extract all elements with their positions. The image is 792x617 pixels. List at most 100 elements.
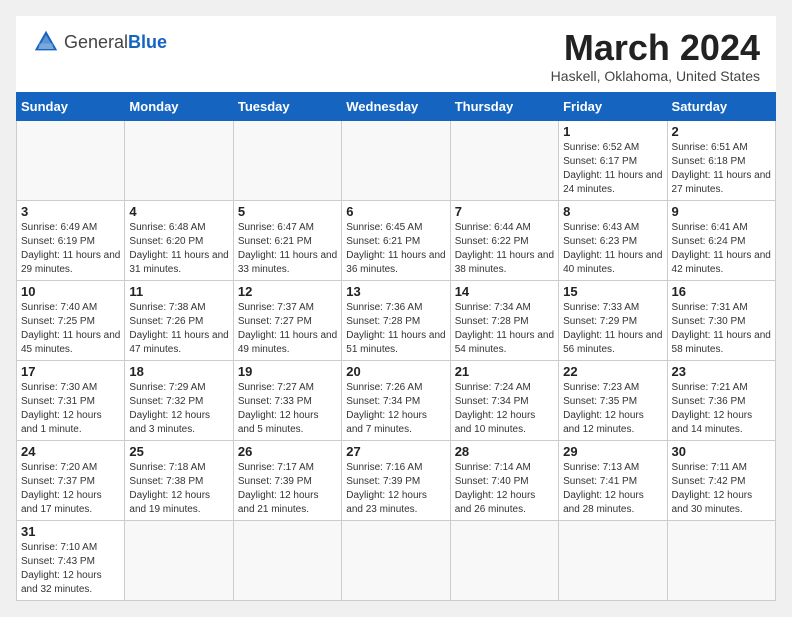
- day-number: 28: [455, 444, 554, 459]
- calendar-cell: 17 Sunrise: 7:30 AM Sunset: 7:31 PM Dayli…: [17, 360, 125, 440]
- day-info: Sunrise: 7:21 AM Sunset: 7:36 PM Dayligh…: [672, 381, 771, 437]
- day-number: 22: [563, 364, 662, 379]
- calendar-cell: [125, 520, 233, 600]
- calendar-cell: [125, 120, 233, 200]
- calendar-cell: 12 Sunrise: 7:37 AM Sunset: 7:27 PM Dayli…: [233, 280, 341, 360]
- day-info: Sunrise: 6:47 AM Sunset: 6:21 PM Dayligh…: [238, 221, 337, 277]
- weekday-header: Sunday: [17, 92, 125, 120]
- day-number: 15: [563, 284, 662, 299]
- day-info: Sunrise: 7:31 AM Sunset: 7:30 PM Dayligh…: [672, 301, 771, 357]
- day-number: 20: [346, 364, 445, 379]
- weekday-header: Thursday: [450, 92, 558, 120]
- calendar-cell: 30Sunrise: 7:11 AM Sunset: 7:42 PM Dayli…: [667, 440, 775, 520]
- day-number: 23: [672, 364, 771, 379]
- calendar-cell: 15Sunrise: 7:33 AM Sunset: 7:29 PM Dayli…: [559, 280, 667, 360]
- logo-icon: [32, 28, 60, 56]
- calendar-week-row: 31Sunrise: 7:10 AM Sunset: 7:43 PM Dayli…: [17, 520, 776, 600]
- calendar-cell: 1 Sunrise: 6:52 AM Sunset: 6:17 PM Daylig…: [559, 120, 667, 200]
- day-info: Sunrise: 7:37 AM Sunset: 7:27 PM Dayligh…: [238, 301, 337, 357]
- weekday-header-row: SundayMondayTuesdayWednesdayThursdayFrid…: [17, 92, 776, 120]
- calendar-cell: 31Sunrise: 7:10 AM Sunset: 7:43 PM Dayli…: [17, 520, 125, 600]
- location: Haskell, Oklahoma, United States: [551, 68, 760, 84]
- day-number: 19: [238, 364, 337, 379]
- day-info: Sunrise: 7:26 AM Sunset: 7:34 PM Dayligh…: [346, 381, 445, 437]
- day-number: 30: [672, 444, 771, 459]
- day-number: 31: [21, 524, 120, 539]
- day-info: Sunrise: 7:30 AM Sunset: 7:31 PM Dayligh…: [21, 381, 120, 437]
- calendar-page: GeneralBlue March 2024 Haskell, Oklahoma…: [16, 16, 776, 601]
- calendar-cell: 16 Sunrise: 7:31 AM Sunset: 7:30 PM Dayli…: [667, 280, 775, 360]
- calendar-cell: 8Sunrise: 6:43 AM Sunset: 6:23 PM Daylig…: [559, 200, 667, 280]
- calendar-cell: [559, 520, 667, 600]
- day-info: Sunrise: 7:13 AM Sunset: 7:41 PM Dayligh…: [563, 461, 662, 517]
- day-info: Sunrise: 6:48 AM Sunset: 6:20 PM Dayligh…: [129, 221, 228, 277]
- day-number: 12: [238, 284, 337, 299]
- day-number: 25: [129, 444, 228, 459]
- calendar-cell: [667, 520, 775, 600]
- day-info: Sunrise: 6:52 AM Sunset: 6:17 PM Dayligh…: [563, 141, 662, 197]
- calendar-cell: [233, 520, 341, 600]
- day-number: 10: [21, 284, 120, 299]
- day-number: 16: [672, 284, 771, 299]
- calendar-cell: 22Sunrise: 7:23 AM Sunset: 7:35 PM Dayli…: [559, 360, 667, 440]
- day-number: 17: [21, 364, 120, 379]
- title-block: March 2024 Haskell, Oklahoma, United Sta…: [551, 28, 760, 84]
- calendar-cell: 21 Sunrise: 7:24 AM Sunset: 7:34 PM Dayli…: [450, 360, 558, 440]
- calendar-cell: 4 Sunrise: 6:48 AM Sunset: 6:20 PM Daylig…: [125, 200, 233, 280]
- weekday-header: Saturday: [667, 92, 775, 120]
- day-info: Sunrise: 6:43 AM Sunset: 6:23 PM Dayligh…: [563, 221, 662, 277]
- calendar-week-row: 3 Sunrise: 6:49 AM Sunset: 6:19 PM Daylig…: [17, 200, 776, 280]
- calendar-cell: 28 Sunrise: 7:14 AM Sunset: 7:40 PM Dayli…: [450, 440, 558, 520]
- calendar-week-row: 10 Sunrise: 7:40 AM Sunset: 7:25 PM Dayli…: [17, 280, 776, 360]
- calendar-week-row: 24Sunrise: 7:20 AM Sunset: 7:37 PM Dayli…: [17, 440, 776, 520]
- day-number: 2: [672, 124, 771, 139]
- day-number: 5: [238, 204, 337, 219]
- day-info: Sunrise: 6:51 AM Sunset: 6:18 PM Dayligh…: [672, 141, 771, 197]
- day-number: 29: [563, 444, 662, 459]
- calendar-week-row: 1 Sunrise: 6:52 AM Sunset: 6:17 PM Daylig…: [17, 120, 776, 200]
- day-number: 13: [346, 284, 445, 299]
- day-number: 1: [563, 124, 662, 139]
- day-number: 4: [129, 204, 228, 219]
- calendar-cell: 2 Sunrise: 6:51 AM Sunset: 6:18 PM Daylig…: [667, 120, 775, 200]
- calendar-cell: [17, 120, 125, 200]
- calendar-cell: [342, 520, 450, 600]
- calendar-cell: 7 Sunrise: 6:44 AM Sunset: 6:22 PM Daylig…: [450, 200, 558, 280]
- logo: GeneralBlue: [32, 28, 167, 56]
- calendar-cell: 25 Sunrise: 7:18 AM Sunset: 7:38 PM Dayli…: [125, 440, 233, 520]
- calendar-cell: 11Sunrise: 7:38 AM Sunset: 7:26 PM Dayli…: [125, 280, 233, 360]
- day-number: 21: [455, 364, 554, 379]
- month-title: March 2024: [551, 28, 760, 68]
- day-info: Sunrise: 6:49 AM Sunset: 6:19 PM Dayligh…: [21, 221, 120, 277]
- day-info: Sunrise: 7:29 AM Sunset: 7:32 PM Dayligh…: [129, 381, 228, 437]
- calendar-cell: 26 Sunrise: 7:17 AM Sunset: 7:39 PM Dayli…: [233, 440, 341, 520]
- day-info: Sunrise: 7:17 AM Sunset: 7:39 PM Dayligh…: [238, 461, 337, 517]
- day-number: 27: [346, 444, 445, 459]
- day-number: 9: [672, 204, 771, 219]
- calendar-cell: 20 Sunrise: 7:26 AM Sunset: 7:34 PM Dayli…: [342, 360, 450, 440]
- day-number: 3: [21, 204, 120, 219]
- calendar-cell: 5 Sunrise: 6:47 AM Sunset: 6:21 PM Daylig…: [233, 200, 341, 280]
- calendar-week-row: 17 Sunrise: 7:30 AM Sunset: 7:31 PM Dayli…: [17, 360, 776, 440]
- calendar-cell: 10 Sunrise: 7:40 AM Sunset: 7:25 PM Dayli…: [17, 280, 125, 360]
- calendar-cell: 29 Sunrise: 7:13 AM Sunset: 7:41 PM Dayli…: [559, 440, 667, 520]
- day-number: 6: [346, 204, 445, 219]
- calendar-cell: 14Sunrise: 7:34 AM Sunset: 7:28 PM Dayli…: [450, 280, 558, 360]
- calendar-table: SundayMondayTuesdayWednesdayThursdayFrid…: [16, 92, 776, 601]
- day-number: 26: [238, 444, 337, 459]
- day-number: 14: [455, 284, 554, 299]
- day-info: Sunrise: 7:40 AM Sunset: 7:25 PM Dayligh…: [21, 301, 120, 357]
- day-info: Sunrise: 6:44 AM Sunset: 6:22 PM Dayligh…: [455, 221, 554, 277]
- calendar-cell: 6Sunrise: 6:45 AM Sunset: 6:21 PM Daylig…: [342, 200, 450, 280]
- day-number: 18: [129, 364, 228, 379]
- day-number: 11: [129, 284, 228, 299]
- weekday-header: Monday: [125, 92, 233, 120]
- calendar-cell: 13 Sunrise: 7:36 AM Sunset: 7:28 PM Dayli…: [342, 280, 450, 360]
- day-info: Sunrise: 7:36 AM Sunset: 7:28 PM Dayligh…: [346, 301, 445, 357]
- day-info: Sunrise: 7:24 AM Sunset: 7:34 PM Dayligh…: [455, 381, 554, 437]
- day-info: Sunrise: 7:18 AM Sunset: 7:38 PM Dayligh…: [129, 461, 228, 517]
- day-info: Sunrise: 7:14 AM Sunset: 7:40 PM Dayligh…: [455, 461, 554, 517]
- calendar-cell: [450, 520, 558, 600]
- calendar-cell: 24Sunrise: 7:20 AM Sunset: 7:37 PM Dayli…: [17, 440, 125, 520]
- day-number: 7: [455, 204, 554, 219]
